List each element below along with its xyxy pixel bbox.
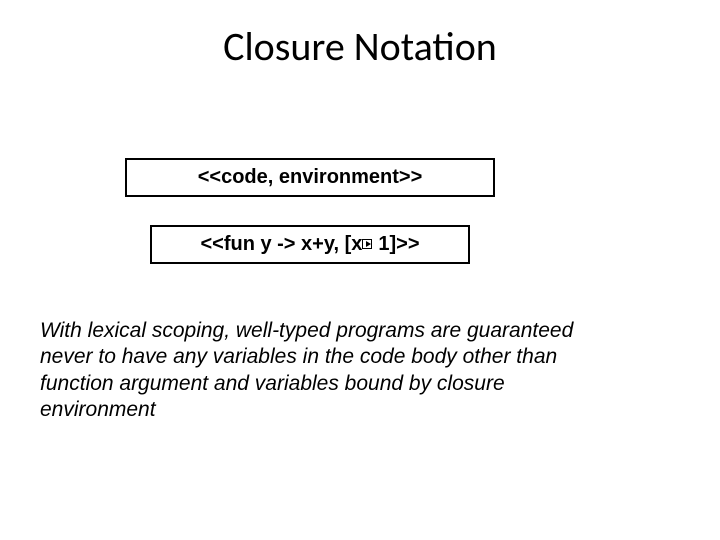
notation-box-generic: <<code, environment>> [125, 158, 495, 197]
slide-title: Closure Notation [0, 22, 720, 71]
example-suffix: 1]>> [378, 233, 419, 255]
body-paragraph: With lexical scoping, well-typed program… [40, 318, 600, 423]
slide: Closure Notation <<code, environment>> <… [0, 0, 720, 540]
example-prefix: <<fun y -> x+y, [x [200, 233, 362, 255]
maps-to-icon [362, 237, 378, 251]
notation-box-example: <<fun y -> x+y, [x 1]>> [150, 225, 470, 264]
